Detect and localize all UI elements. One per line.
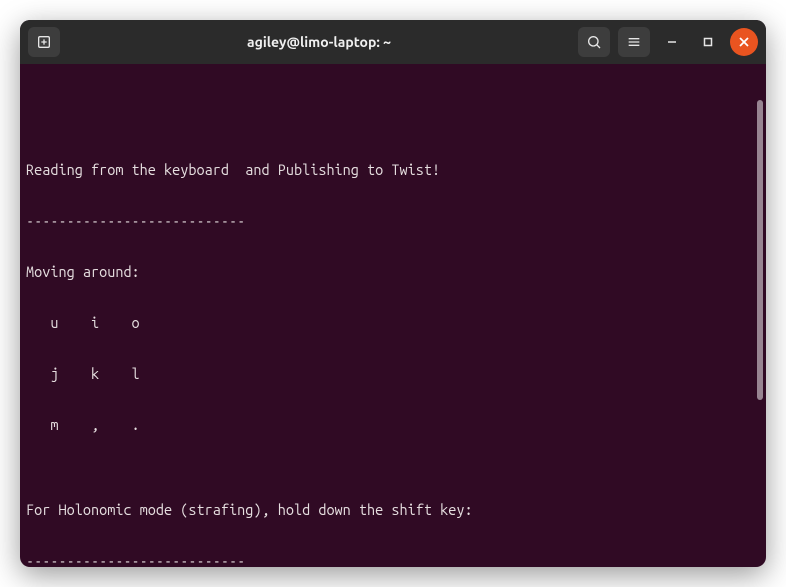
close-button[interactable] (730, 28, 758, 56)
search-button[interactable] (578, 27, 610, 57)
window-title: agiley@limo-laptop: ~ (68, 34, 570, 50)
titlebar-right (578, 27, 758, 57)
terminal-body[interactable]: Reading from the keyboard and Publishing… (20, 64, 766, 567)
terminal-line: u i o (26, 314, 754, 331)
new-tab-button[interactable] (28, 27, 60, 57)
terminal-line: --------------------------- (26, 552, 754, 567)
maximize-button[interactable] (694, 28, 722, 56)
terminal-line: For Holonomic mode (strafing), hold down… (26, 501, 754, 518)
minimize-button[interactable] (658, 28, 686, 56)
terminal-line: Moving around: (26, 263, 754, 280)
terminal-line: m , . (26, 416, 754, 433)
scrollbar-thumb[interactable] (757, 100, 763, 400)
terminal-line: j k l (26, 365, 754, 382)
terminal-line: --------------------------- (26, 212, 754, 229)
terminal-line: Reading from the keyboard and Publishing… (26, 161, 754, 178)
titlebar: agiley@limo-laptop: ~ (20, 20, 766, 64)
menu-button[interactable] (618, 27, 650, 57)
terminal-window: agiley@limo-laptop: ~ (20, 20, 766, 567)
